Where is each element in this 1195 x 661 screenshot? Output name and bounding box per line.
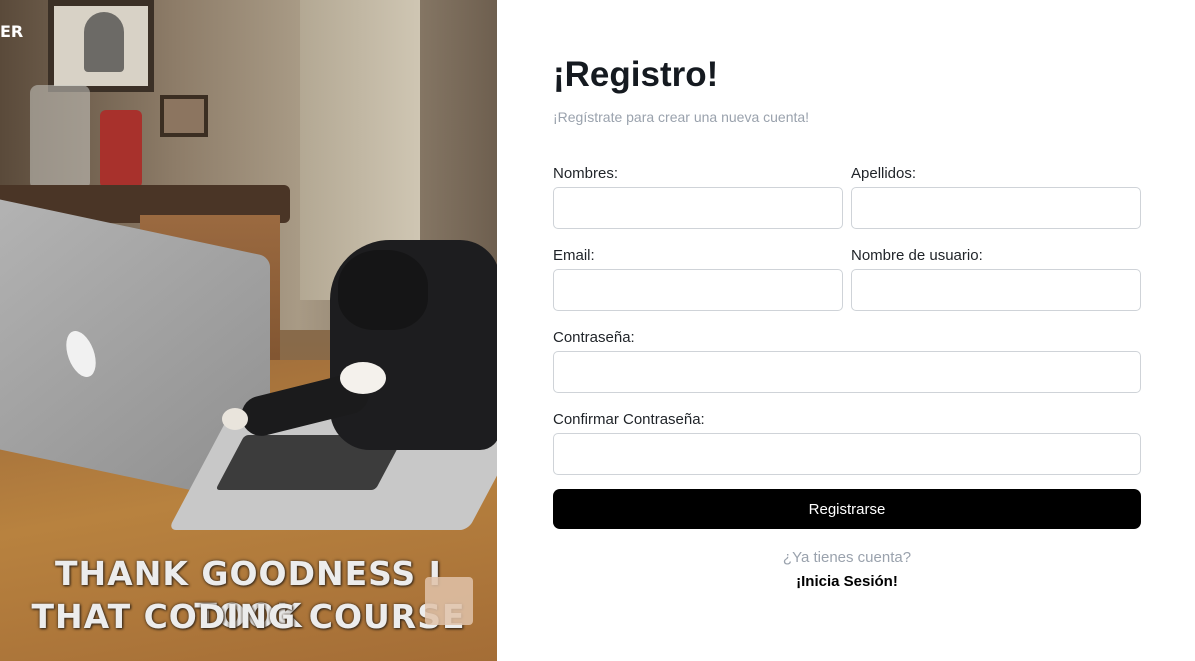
apellidos-input[interactable] (851, 187, 1141, 229)
password-input[interactable] (553, 351, 1141, 393)
password-label: Contraseña: (553, 329, 635, 346)
password-field-group: Contraseña: (553, 329, 1141, 393)
nombres-field-group: Nombres: (553, 165, 843, 229)
username-label: Nombre de usuario: (851, 247, 983, 264)
confirm-password-field-group: Confirmar Contraseña: (553, 411, 1141, 475)
gif-caption-line-2: THAT CODING COURSE (31, 597, 466, 636)
register-form-panel: ¡Registro! ¡Regístrate para crear una nu… (497, 0, 1195, 661)
cat-head (338, 250, 428, 330)
page-title: ¡Registro! (553, 55, 719, 94)
blurred-overlay (425, 577, 473, 625)
have-account-text: ¿Ya tienes cuenta? (782, 549, 912, 566)
gif-watermark: ER (0, 22, 24, 41)
hero-small-frame (160, 95, 208, 137)
cat-paw-small (222, 408, 248, 430)
apellidos-label: Apellidos: (851, 165, 917, 182)
register-button[interactable]: Registrarse (553, 489, 1141, 529)
confirm-password-label: Confirmar Contraseña: (553, 411, 705, 428)
hero-gif-image: ER THANK GOODNESS I TOOK THAT CODING COU… (0, 0, 497, 661)
nombres-input[interactable] (553, 187, 843, 229)
register-page: ER THANK GOODNESS I TOOK THAT CODING COU… (0, 0, 1195, 661)
confirm-password-input[interactable] (553, 433, 1141, 475)
email-label: Email: (553, 247, 595, 264)
page-subtitle: ¡Regístrate para crear una nueva cuenta! (553, 109, 810, 125)
email-input[interactable] (553, 269, 843, 311)
username-field-group: Nombre de usuario: (851, 247, 1141, 311)
hero-jar (30, 85, 90, 190)
cat-paw (340, 362, 386, 394)
apellidos-field-group: Apellidos: (851, 165, 1141, 229)
hero-bottle (100, 110, 142, 188)
username-input[interactable] (851, 269, 1141, 311)
login-link[interactable]: ¡Inicia Sesión! (553, 573, 1141, 590)
nombres-label: Nombres: (553, 165, 619, 182)
hero-picture-frame (48, 0, 154, 92)
email-field-group: Email: (553, 247, 843, 311)
